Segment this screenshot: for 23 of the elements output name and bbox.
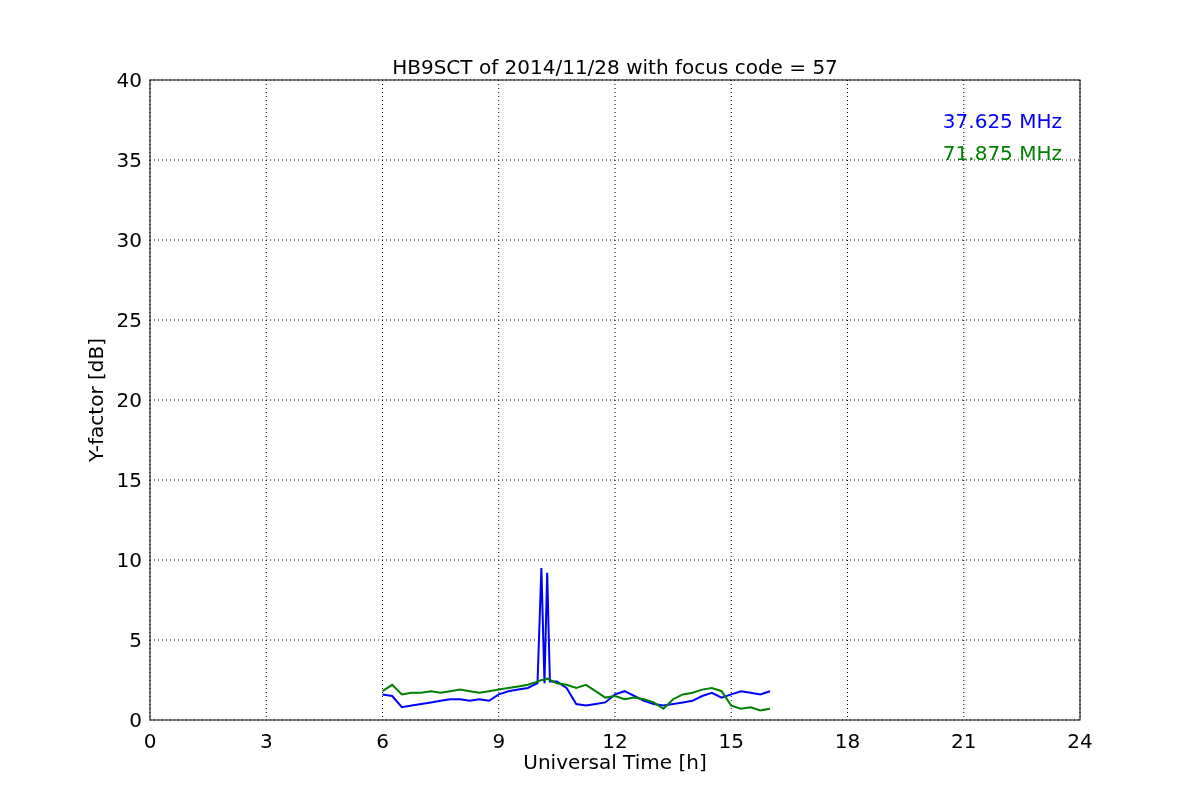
x-tick-label: 21 [951,729,977,753]
y-tick-label: 40 [116,68,142,92]
y-tick-label: 15 [116,468,142,492]
y-axis-label: Y-factor [dB] [84,338,108,462]
x-tick-label: 0 [143,729,157,753]
legend-label: 71.875 MHz [942,141,1062,165]
y-tick-label: 20 [116,388,142,412]
x-tick-label: 24 [1067,729,1093,753]
x-axis-label: Universal Time [h] [523,750,707,774]
x-tick-label: 18 [834,729,861,753]
x-tick-label: 3 [259,729,273,753]
y-tick-label: 30 [116,228,142,252]
y-tick-label: 10 [116,548,142,572]
legend-label: 37.625 MHz [942,109,1062,133]
chart-title: HB9SCT of 2014/11/28 with focus code = 57 [392,55,838,79]
x-tick-label: 12 [602,729,628,753]
x-tick-label: 15 [718,729,744,753]
x-tick-label: 6 [376,729,389,753]
x-tick-label: 9 [492,729,506,753]
y-tick-label: 0 [129,708,142,732]
y-tick-label: 35 [116,148,142,172]
y-tick-label: 25 [116,308,142,332]
y-tick-label: 5 [129,628,142,652]
